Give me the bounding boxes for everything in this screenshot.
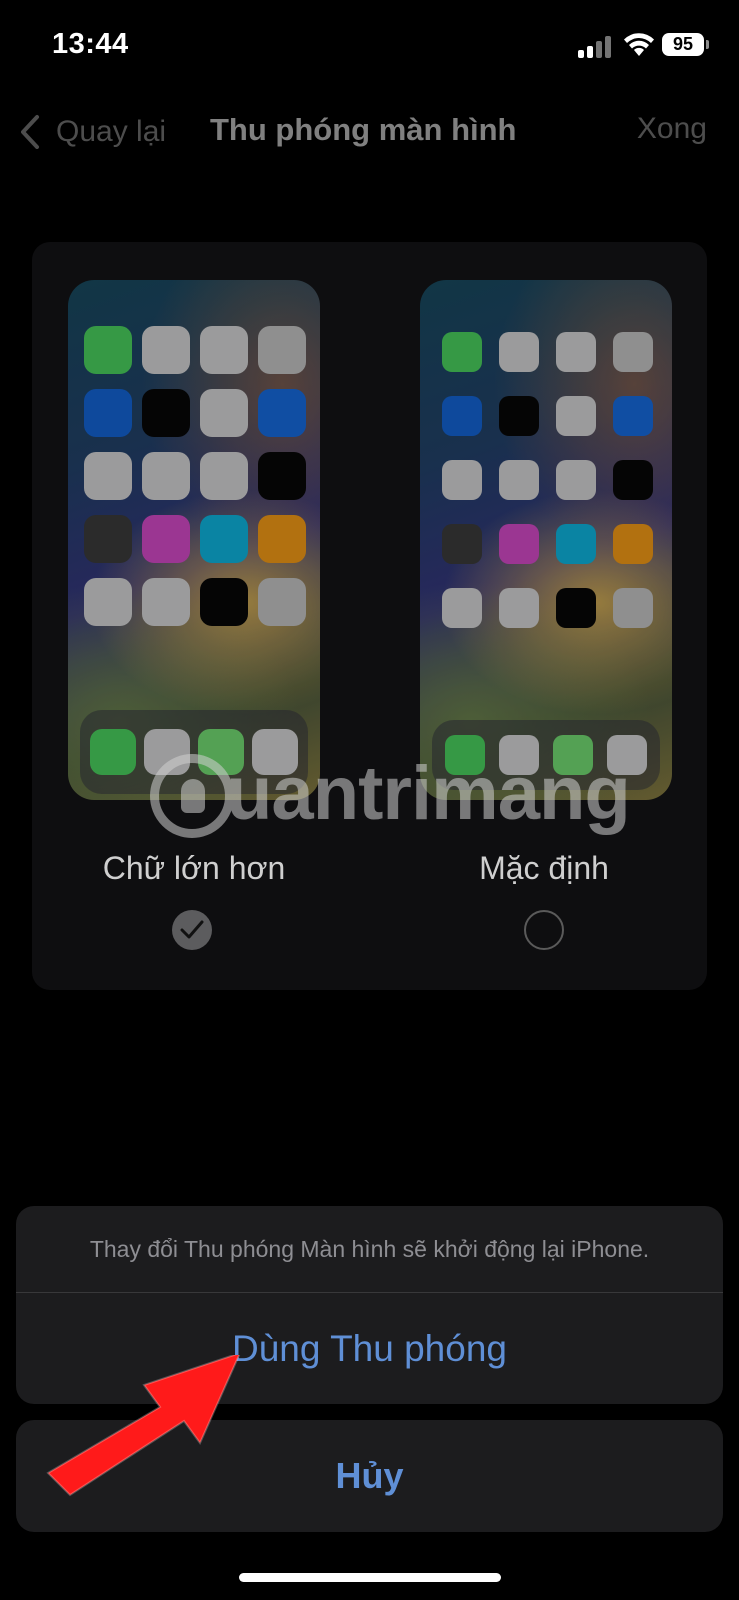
app-icon: [84, 326, 132, 374]
app-icon: [499, 460, 539, 500]
app-icon: [142, 578, 190, 626]
status-bar: 13:44 95: [0, 0, 739, 92]
navigation-bar: Quay lại Thu phóng màn hình Xong: [0, 100, 739, 164]
dock: [432, 720, 660, 790]
radio-default[interactable]: [524, 910, 564, 950]
app-icon: [556, 332, 596, 372]
chevron-left-icon: [21, 115, 39, 149]
home-indicator[interactable]: [239, 1573, 501, 1582]
app-icon: [613, 524, 653, 564]
app-icon-grid: [442, 332, 653, 628]
app-icon: [442, 524, 482, 564]
app-icon: [499, 524, 539, 564]
app-icon: [613, 332, 653, 372]
app-icon: [613, 396, 653, 436]
zoom-options-card: Chữ lớn hơn Mặc định: [32, 242, 707, 990]
action-sheet-message: Thay đổi Thu phóng Màn hình sẽ khởi động…: [89, 1236, 650, 1262]
dock-app-icon: [252, 729, 298, 775]
option-label-default[interactable]: Mặc định: [384, 850, 704, 887]
app-icon: [142, 515, 190, 563]
app-icon: [258, 326, 306, 374]
dock-app-icon: [198, 729, 244, 775]
dock-app-icon: [90, 729, 136, 775]
app-icon: [613, 588, 653, 628]
cellular-signal-icon: [578, 34, 614, 58]
app-icon: [84, 389, 132, 437]
app-icon-grid: [84, 326, 306, 626]
app-icon: [556, 588, 596, 628]
app-icon: [142, 389, 190, 437]
app-icon: [200, 389, 248, 437]
app-icon: [556, 396, 596, 436]
status-time: 13:44: [52, 28, 129, 60]
dock-app-icon: [144, 729, 190, 775]
app-icon: [258, 389, 306, 437]
app-icon: [499, 332, 539, 372]
dock-app-icon: [607, 735, 647, 775]
app-icon: [200, 578, 248, 626]
app-icon: [442, 460, 482, 500]
checkmark-icon: [180, 920, 204, 939]
dock-app-icon: [553, 735, 593, 775]
app-icon: [200, 452, 248, 500]
app-icon: [258, 578, 306, 626]
app-icon: [442, 332, 482, 372]
app-icon: [84, 578, 132, 626]
page-title: Thu phóng màn hình: [210, 112, 517, 147]
app-icon: [556, 460, 596, 500]
app-icon: [499, 396, 539, 436]
wifi-icon: [624, 33, 654, 56]
cancel-button[interactable]: Hủy: [16, 1420, 723, 1532]
app-icon: [142, 326, 190, 374]
larger-text-preview[interactable]: [68, 280, 320, 800]
battery-icon: 95: [662, 33, 704, 56]
action-sheet: Thay đổi Thu phóng Màn hình sẽ khởi động…: [16, 1206, 723, 1404]
app-icon: [200, 515, 248, 563]
app-icon: [142, 452, 190, 500]
app-icon: [200, 326, 248, 374]
dock: [80, 710, 308, 794]
back-button[interactable]: Quay lại: [18, 112, 166, 152]
app-icon: [84, 515, 132, 563]
radio-larger-text-selected[interactable]: [172, 910, 212, 950]
app-icon: [499, 588, 539, 628]
battery-tip: [706, 40, 709, 49]
use-zoom-button[interactable]: Dùng Thu phóng: [16, 1293, 723, 1404]
done-button[interactable]: Xong: [637, 112, 707, 146]
app-icon: [258, 452, 306, 500]
app-icon: [442, 588, 482, 628]
dock-app-icon: [499, 735, 539, 775]
app-icon: [442, 396, 482, 436]
default-preview[interactable]: [420, 280, 672, 800]
back-label: Quay lại: [56, 115, 167, 148]
app-icon: [84, 452, 132, 500]
app-icon: [613, 460, 653, 500]
option-label-larger-text[interactable]: Chữ lớn hơn: [34, 850, 354, 887]
app-icon: [258, 515, 306, 563]
app-icon: [556, 524, 596, 564]
dock-app-icon: [445, 735, 485, 775]
